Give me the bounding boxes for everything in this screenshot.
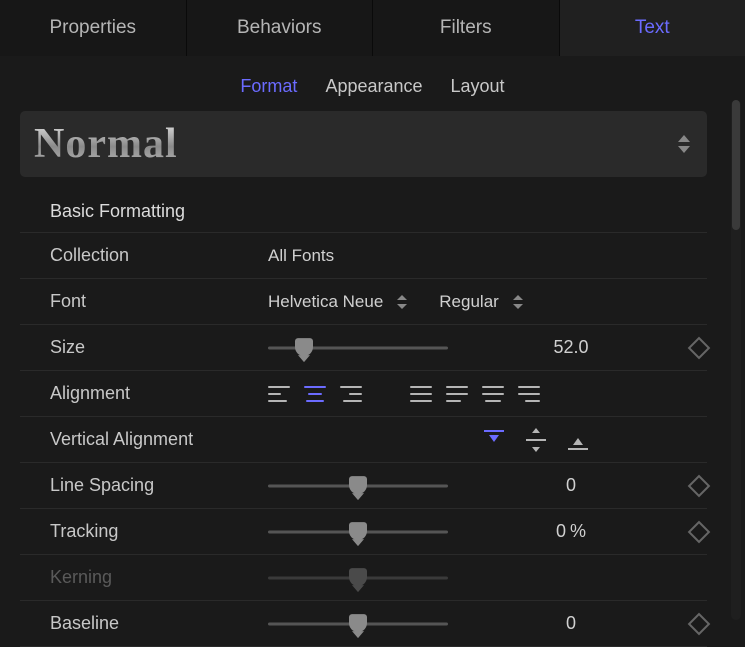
size-label: Size [50, 337, 260, 358]
row-tracking: Tracking 0% [20, 509, 707, 555]
size-value[interactable]: 52.0 [476, 337, 666, 358]
line-spacing-keyframe-icon[interactable] [688, 474, 711, 497]
sub-tabs: Format Appearance Layout [0, 56, 745, 111]
justify-full-icon[interactable] [410, 386, 432, 402]
collection-dropdown[interactable]: All Fonts [268, 246, 666, 266]
row-size: Size 52.0 [20, 325, 707, 371]
row-collection: Collection All Fonts [20, 233, 707, 279]
valign-bottom-icon[interactable] [568, 430, 588, 450]
subtab-layout[interactable]: Layout [451, 76, 505, 97]
valign-middle-icon[interactable] [526, 430, 546, 450]
tab-text[interactable]: Text [560, 0, 745, 56]
font-style-value: Regular [439, 292, 499, 312]
main-tabs: Properties Behaviors Filters Text [0, 0, 745, 56]
section-basic-formatting: Basic Formatting [20, 191, 707, 233]
font-label: Font [50, 291, 260, 312]
row-line-spacing: Line Spacing 0 [20, 463, 707, 509]
tab-filters[interactable]: Filters [373, 0, 560, 56]
size-keyframe-icon[interactable] [688, 336, 711, 359]
font-family-value: Helvetica Neue [268, 292, 383, 312]
align-right-icon[interactable] [340, 386, 362, 402]
row-font: Font Helvetica Neue Regular [20, 279, 707, 325]
tracking-label: Tracking [50, 521, 260, 542]
size-slider[interactable] [268, 338, 448, 358]
tracking-value[interactable]: 0% [476, 521, 666, 542]
kerning-label: Kerning [50, 567, 260, 588]
preset-stepper-icon[interactable] [675, 129, 693, 159]
scrollbar[interactable] [731, 100, 741, 620]
font-family-stepper-icon [395, 292, 409, 312]
subtab-appearance[interactable]: Appearance [325, 76, 422, 97]
justify-center-icon[interactable] [482, 386, 504, 402]
row-vertical-alignment: Vertical Alignment [20, 417, 707, 463]
baseline-label: Baseline [50, 613, 260, 634]
format-panel: Normal Basic Formatting Collection All F… [0, 111, 727, 647]
collection-label: Collection [50, 245, 260, 266]
valign-top-icon[interactable] [484, 430, 504, 450]
font-style-dropdown[interactable]: Regular [439, 292, 525, 312]
font-family-dropdown[interactable]: Helvetica Neue [268, 292, 409, 312]
row-alignment: Alignment [20, 371, 707, 417]
collection-value: All Fonts [268, 246, 334, 266]
baseline-value[interactable]: 0 [476, 613, 666, 634]
line-spacing-value[interactable]: 0 [476, 475, 666, 496]
align-center-icon[interactable] [304, 386, 326, 402]
row-baseline: Baseline 0 [20, 601, 707, 647]
font-style-stepper-icon [511, 292, 525, 312]
preset-label: Normal [34, 120, 178, 168]
justify-right-icon[interactable] [518, 386, 540, 402]
scrollbar-thumb[interactable] [732, 100, 740, 230]
alignment-label: Alignment [50, 383, 260, 404]
baseline-slider[interactable] [268, 614, 448, 634]
tab-properties[interactable]: Properties [0, 0, 187, 56]
row-kerning: Kerning [20, 555, 707, 601]
align-left-icon[interactable] [268, 386, 290, 402]
line-spacing-label: Line Spacing [50, 475, 260, 496]
tracking-slider[interactable] [268, 522, 448, 542]
subtab-format[interactable]: Format [240, 76, 297, 97]
justify-left-icon[interactable] [446, 386, 468, 402]
text-preset[interactable]: Normal [20, 111, 707, 177]
tracking-keyframe-icon[interactable] [688, 520, 711, 543]
tab-behaviors[interactable]: Behaviors [187, 0, 374, 56]
kerning-slider [268, 568, 448, 588]
valign-label: Vertical Alignment [50, 429, 260, 450]
line-spacing-slider[interactable] [268, 476, 448, 496]
baseline-keyframe-icon[interactable] [688, 612, 711, 635]
